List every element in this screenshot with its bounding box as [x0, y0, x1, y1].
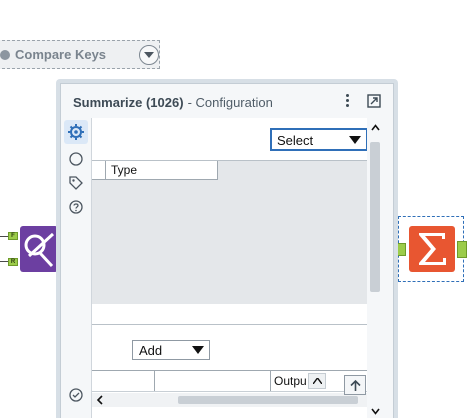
vertical-scrollbar[interactable]	[367, 118, 383, 418]
horizontal-scrollbar[interactable]	[92, 393, 368, 407]
find-replace-icon	[24, 232, 55, 268]
config-sidebar	[61, 118, 91, 418]
container-dot-icon	[0, 50, 10, 60]
tool-body	[20, 226, 58, 272]
workflow-canvas: Compare Keys F R Summarize (1026) - Conf…	[0, 0, 474, 418]
help-icon[interactable]	[69, 200, 83, 214]
check-circle-icon[interactable]	[69, 388, 83, 402]
fields-grid[interactable]: Type	[92, 160, 368, 304]
collapse-toggle-button[interactable]	[139, 45, 159, 65]
compare-keys-label: Compare Keys	[15, 47, 107, 62]
caret-up-icon	[313, 378, 322, 384]
scroll-left-icon[interactable]	[96, 395, 104, 405]
configuration-window: Summarize (1026) - Configuration Select …	[60, 83, 394, 418]
tool-name: Summarize (1026)	[73, 95, 184, 110]
scroll-down-icon[interactable]	[371, 408, 380, 415]
tag-icon[interactable]	[69, 176, 83, 190]
column-divider	[270, 371, 271, 391]
fields-grid-header: Type	[92, 161, 218, 180]
actions-grid[interactable]: Outpu	[92, 370, 368, 418]
vertical-scroll-thumb[interactable]	[370, 142, 380, 292]
config-window-title: Summarize (1026) - Configuration	[73, 95, 273, 110]
more-vertical-icon[interactable]	[342, 92, 352, 110]
add-dropdown-label: Add	[139, 343, 163, 358]
find-replace-tool[interactable]: F R	[8, 226, 58, 272]
undock-icon[interactable]	[367, 94, 381, 108]
output-anchor[interactable]	[457, 241, 467, 258]
move-up-button[interactable]	[344, 375, 366, 395]
arrow-up-icon	[350, 379, 361, 391]
horizontal-scroll-thumb[interactable]	[178, 396, 358, 404]
summarize-tool-selected[interactable]	[397, 216, 467, 282]
window-subtitle: - Configuration	[187, 95, 273, 110]
dropdown-arrow-icon	[349, 136, 361, 144]
select-dropdown-value: Select	[277, 133, 314, 148]
gear-icon[interactable]	[64, 120, 88, 144]
compare-keys-container[interactable]: Compare Keys	[0, 40, 160, 69]
add-dropdown[interactable]: Add	[132, 340, 210, 360]
sigma-icon	[419, 233, 446, 265]
sort-up-button[interactable]	[308, 373, 326, 389]
column-divider	[154, 371, 155, 391]
input-anchor-f[interactable]: F	[8, 232, 18, 240]
summarize-tool-body	[409, 226, 455, 272]
select-dropdown[interactable]: Select	[270, 128, 368, 151]
column-header-output[interactable]: Outpu	[274, 374, 307, 388]
config-panel: Select Type Add Outpu	[91, 118, 368, 418]
dropdown-arrow-icon	[192, 346, 204, 354]
panel-divider	[92, 324, 368, 325]
input-anchor[interactable]	[397, 243, 406, 256]
compass-icon[interactable]	[69, 152, 83, 166]
column-header-type[interactable]: Type	[111, 163, 137, 177]
scroll-up-icon[interactable]	[371, 124, 380, 131]
row-header-cell	[92, 161, 106, 179]
chevron-down-icon	[144, 52, 154, 58]
grid-header-line	[92, 391, 368, 392]
input-anchor-r[interactable]: R	[8, 258, 18, 266]
